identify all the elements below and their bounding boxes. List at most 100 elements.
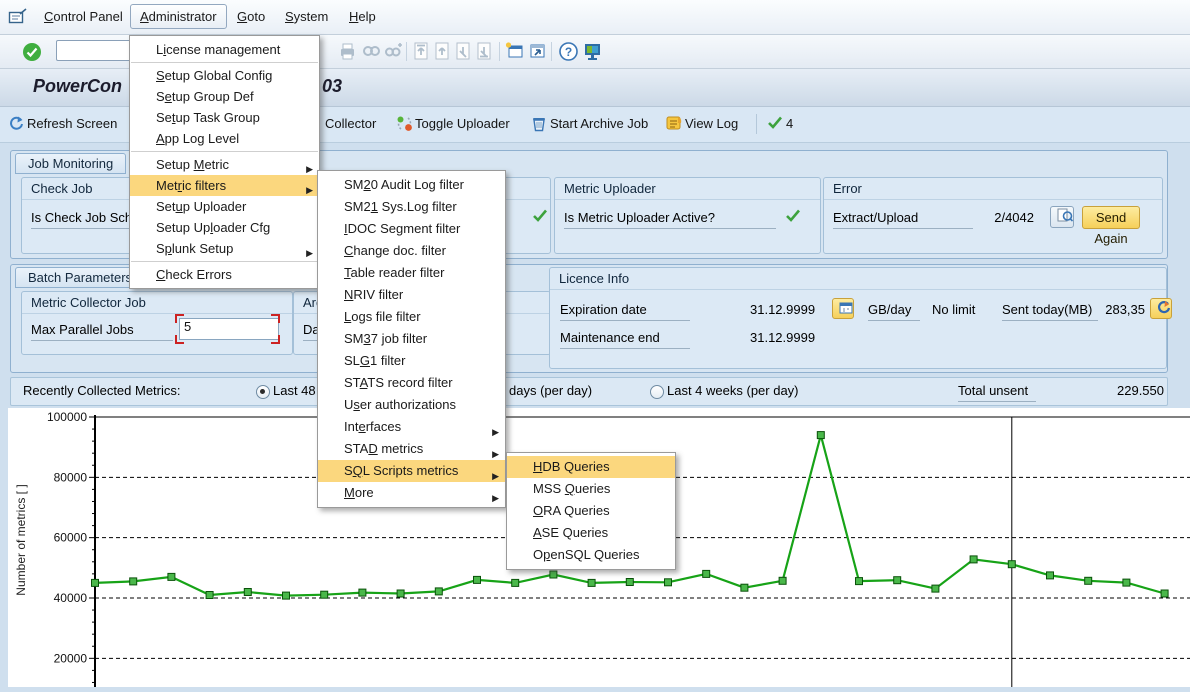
menubar-item-administrator[interactable]: Administrator xyxy=(130,4,227,29)
menu-item-logs-file-filter[interactable]: Logs file filter xyxy=(318,306,505,328)
refresh-icon[interactable] xyxy=(8,115,25,137)
gb-per-day-label: GB/day xyxy=(868,302,920,321)
menu-item-opensql-queries[interactable]: OpenSQL Queries xyxy=(507,544,675,566)
menu-item-setup-task-group[interactable]: Setup Task Group xyxy=(130,107,319,128)
next-page-icon xyxy=(454,42,474,62)
menu-item-setup-uploader[interactable]: Setup Uploader xyxy=(130,196,319,217)
administrator-menu: License management Setup Global Config Set… xyxy=(129,35,320,289)
data-point-marker xyxy=(626,579,633,586)
menu-item-setup-global-config[interactable]: Setup Global Config xyxy=(130,65,319,86)
refresh-screen-button[interactable]: Refresh Screen xyxy=(27,116,117,131)
y-tick-label: 40000 xyxy=(54,591,88,605)
max-parallel-jobs-input[interactable]: 5 xyxy=(179,318,279,340)
menu-item-user-authorizations[interactable]: User authorizations xyxy=(318,394,505,416)
toggle-uploader-button[interactable]: Toggle Uploader xyxy=(415,116,510,131)
page-title: PowerCon xyxy=(33,76,122,97)
data-point-marker xyxy=(1123,579,1130,586)
data-point-marker xyxy=(474,576,481,583)
menu-item-stad-metrics[interactable]: STAD metrics▶ xyxy=(318,438,505,460)
menubar-item-control-panel[interactable]: Control Panel xyxy=(40,0,127,33)
customize-layout-icon[interactable] xyxy=(583,42,603,62)
menu-item-license-management[interactable]: License management xyxy=(130,39,319,60)
menu-item-label: ORA Queries xyxy=(533,503,610,518)
date-picker-button[interactable] xyxy=(832,298,854,319)
menu-item-slg1-filter[interactable]: SLG1 filter xyxy=(318,350,505,372)
menu-item-label: SM21 Sys.Log filter xyxy=(344,199,457,214)
menubar-item-goto[interactable]: Goto xyxy=(233,0,269,33)
toggle-uploader-icon[interactable] xyxy=(396,115,413,137)
data-point-marker xyxy=(244,589,251,596)
radio-last-4-weeks[interactable] xyxy=(650,385,664,399)
menu-item-setup-group-def[interactable]: Setup Group Def xyxy=(130,86,319,107)
menu-item-more[interactable]: More▶ xyxy=(318,482,505,504)
menu-item-label: More xyxy=(344,485,374,500)
data-point-marker xyxy=(92,579,99,586)
menu-item-interfaces[interactable]: Interfaces▶ xyxy=(318,416,505,438)
menu-item-metric-filters[interactable]: Metric filters▶ xyxy=(130,175,319,196)
menu-item-app-log-level[interactable]: App Log Level xyxy=(130,128,319,149)
menu-item-idoc-segment-filter[interactable]: IDOC Segment filter xyxy=(318,218,505,240)
menu-item-check-errors[interactable]: Check Errors xyxy=(130,264,319,285)
new-session-icon[interactable] xyxy=(505,42,525,62)
menu-item-ase-queries[interactable]: ASE Queries xyxy=(507,522,675,544)
menu-bar: Control PanelAdministratorGoto System Help xyxy=(0,0,1190,35)
data-point-marker xyxy=(588,579,595,586)
menu-item-ora-queries[interactable]: ORA Queries xyxy=(507,500,675,522)
menu-item-table-reader-filter[interactable]: Table reader filter xyxy=(318,262,505,284)
metric-collector-job-title: Metric Collector Job xyxy=(22,292,292,314)
menu-item-sql-scripts-metrics[interactable]: SQL Scripts metrics▶ xyxy=(318,460,505,482)
error-detail-button[interactable] xyxy=(1050,206,1074,228)
menu-item-label: SLG1 filter xyxy=(344,353,405,368)
menu-item-label: SM37 job filter xyxy=(344,331,427,346)
sent-today-value: 283,35 xyxy=(1090,302,1145,317)
menu-item-label: Setup Uploader xyxy=(156,199,246,214)
max-parallel-jobs-label: Max Parallel Jobs xyxy=(31,322,173,341)
menu-item-label: License management xyxy=(156,42,280,57)
menu-item-setup-metric[interactable]: Setup Metric▶ xyxy=(130,154,319,175)
menu-item-label: Setup Metric xyxy=(156,157,229,172)
radio-last-4-weeks-label[interactable]: Last 4 weeks (per day) xyxy=(667,383,799,398)
menu-item-label: Setup Uploader Cfg xyxy=(156,220,270,235)
view-log-button[interactable]: View Log xyxy=(685,116,738,131)
data-point-marker xyxy=(817,432,824,439)
enter-icon[interactable] xyxy=(22,42,42,62)
menu-item-change-doc-filter[interactable]: Change doc. filter xyxy=(318,240,505,262)
radio-last-48-hours[interactable] xyxy=(256,385,270,399)
menu-item-setup-uploader-cfg[interactable]: Setup Uploader Cfg xyxy=(130,217,319,238)
menu-item-sm20-audit-log-filter[interactable]: SM20 Audit Log filter xyxy=(318,174,505,196)
menubar-item-system[interactable]: System xyxy=(281,0,332,33)
check-job-ok-icon xyxy=(532,208,548,228)
metric-uploader-title: Metric Uploader xyxy=(555,178,820,200)
view-log-icon[interactable] xyxy=(665,115,684,136)
appbar-separator xyxy=(756,114,757,134)
menubar-item-help[interactable]: Help xyxy=(345,0,380,33)
menu-item-label: HDB Queries xyxy=(533,459,610,474)
menu-item-label: IDOC Segment filter xyxy=(344,221,460,236)
menu-item-label: Check Errors xyxy=(156,267,232,282)
error-group: Error Extract/Upload 2/4042 Send Again xyxy=(823,177,1163,254)
y-tick-label: 100000 xyxy=(47,410,87,424)
system-menu-icon[interactable] xyxy=(8,8,28,30)
menu-item-sm21-sys-log-filter[interactable]: SM21 Sys.Log filter xyxy=(318,196,505,218)
menu-item-sm37-job-filter[interactable]: SM37 job filter xyxy=(318,328,505,350)
ok-check-icon xyxy=(767,115,783,135)
help-icon[interactable]: ? xyxy=(559,42,579,62)
menu-item-nriv-filter[interactable]: NRIV filter xyxy=(318,284,505,306)
resend-button[interactable] xyxy=(1150,298,1172,319)
collector-button[interactable]: Collector xyxy=(325,116,376,131)
menu-item-label: Setup Group Def xyxy=(156,89,254,104)
menu-item-hdb-queries[interactable]: HDB Queries xyxy=(507,456,675,478)
create-shortcut-icon[interactable] xyxy=(528,42,548,62)
trash-icon[interactable] xyxy=(531,115,547,137)
menu-separator xyxy=(131,62,318,63)
start-archive-job-button[interactable]: Start Archive Job xyxy=(550,116,648,131)
menu-item-splunk-setup[interactable]: Splunk Setup▶ xyxy=(130,238,319,259)
send-again-button[interactable]: Send Again xyxy=(1082,206,1140,229)
menu-item-label: Change doc. filter xyxy=(344,243,446,258)
focus-corner xyxy=(175,335,184,344)
menu-item-mss-queries[interactable]: MSS Queries xyxy=(507,478,675,500)
toolbar-separator xyxy=(499,42,500,61)
menu-item-stats-record-filter[interactable]: STATS record filter xyxy=(318,372,505,394)
data-point-marker xyxy=(1085,577,1092,584)
y-tick-label: 60000 xyxy=(54,531,88,545)
